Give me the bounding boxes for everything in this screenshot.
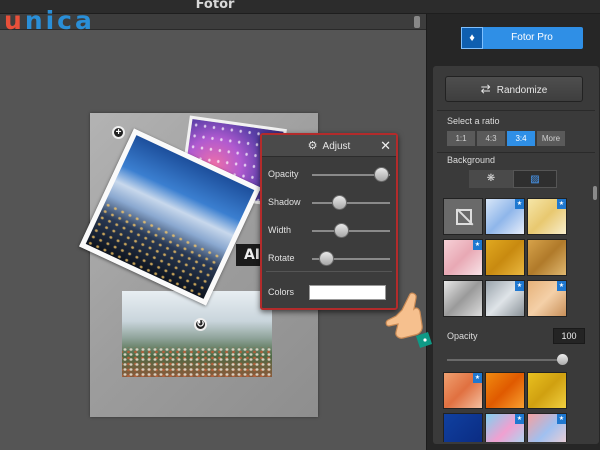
ratio-1-1[interactable]: 1:1 [447,131,475,146]
rotate-handle-icon[interactable]: ↻ [194,318,207,331]
width-slider-row: Width [268,223,390,239]
colors-row: Colors [268,285,390,301]
shadow-knob[interactable] [332,195,347,210]
shadow-slider-row: Shadow [268,195,390,211]
width-track[interactable] [312,230,390,232]
adjust-dialog: ⚙ Adjust ✕ Opacity Shadow Width Rotate Co… [260,133,398,310]
bg-opacity-knob[interactable] [557,354,568,365]
premium-star-icon: ★ [515,414,524,424]
bg-opacity-value[interactable]: 100 [553,328,585,344]
bg-silver[interactable] [443,280,483,317]
background-grid: ★ ★ ★ ★ ★ [443,198,593,324]
fotor-pro-button[interactable]: ♦ Fotor Pro [461,27,583,49]
bg-rose-blue[interactable]: ★ [527,413,567,442]
right-panel: ♦ Fotor Pro ⇄ Randomize Select a ratio 1:… [426,14,600,450]
bg-copper[interactable]: ★ [527,280,567,317]
unica-watermark-logo: unica [4,6,95,35]
bg-blue-marble[interactable]: ★ [485,198,525,235]
rotate-label: Rotate [268,253,295,263]
adjust-header: ⚙ Adjust ✕ [262,135,396,157]
bg-navy[interactable] [443,413,483,442]
ratio-title: Select a ratio [447,116,500,126]
rotate-slider-row: Rotate [268,251,390,267]
bg-gold-marble[interactable]: ★ [527,198,567,235]
hand-pointer-icon [385,292,432,348]
bg-orange[interactable] [485,372,525,409]
randomize-button[interactable]: ⇄ Randomize [445,76,583,102]
opacity-knob[interactable] [374,167,389,182]
tab-pattern[interactable]: ❋ [469,170,513,188]
stripes-icon: ▨ [530,174,540,185]
adjust-title: Adjust [322,141,351,152]
adjust-divider [266,271,392,272]
background-grid-more: ★ ★ ★ [443,372,593,442]
premium-star-icon: ★ [515,199,524,209]
bg-pastel[interactable]: ★ [485,413,525,442]
premium-star-icon: ★ [515,281,524,291]
width-label: Width [268,225,292,235]
bg-pink-marble[interactable]: ★ [443,239,483,276]
photo-town-landscape[interactable] [122,291,272,377]
premium-star-icon: ★ [557,281,566,291]
bg-peach[interactable]: ★ [443,372,483,409]
colors-label: Colors [268,287,295,297]
color-swatch[interactable] [309,285,386,300]
premium-star-icon: ★ [473,240,482,250]
premium-star-icon: ★ [557,199,566,209]
bg-gold[interactable] [485,239,525,276]
bg-bronze[interactable] [527,239,567,276]
ratio-more[interactable]: More [537,131,565,146]
settings-panel: ⇄ Randomize Select a ratio 1:1 4:3 3:4 Mo… [433,66,599,444]
ratio-selector: 1:1 4:3 3:4 More [447,131,565,146]
bg-opacity-slider[interactable] [447,354,569,366]
shadow-track[interactable] [312,202,390,204]
bg-opacity-track[interactable] [447,359,563,361]
shadow-label: Shadow [268,197,301,207]
premium-star-icon: ★ [473,373,482,383]
tab-texture[interactable]: ▨ [513,170,557,188]
opacity-slider-row: Opacity [268,167,390,183]
background-title: Background [447,155,496,165]
bg-opacity-row: Opacity 100 [447,328,585,346]
divider [437,152,595,153]
rotate-knob[interactable] [319,251,334,266]
bg-none[interactable] [443,198,483,235]
premium-star-icon: ★ [557,414,566,424]
ratio-4-3[interactable]: 4:3 [477,131,505,146]
fotor-window: Fotor unica AI + ↻ ⚙ Adjust ✕ Opacity Sha… [0,0,600,450]
add-handle-icon[interactable]: + [112,126,125,139]
scrollbar-thumb[interactable] [414,16,420,28]
background-tabs: ❋ ▨ [469,170,557,188]
pattern-icon: ❋ [486,173,496,184]
opacity-label: Opacity [268,169,299,179]
shuffle-icon: ⇄ [480,82,491,96]
bg-opacity-label: Opacity [447,331,478,341]
gear-icon: ⚙ [307,140,318,152]
bg-steel[interactable]: ★ [485,280,525,317]
divider [437,110,595,111]
bg-yellow[interactable] [527,372,567,409]
ratio-3-4[interactable]: 3:4 [507,131,535,146]
no-image-icon [456,209,472,225]
diamond-icon: ♦ [461,27,483,49]
panel-scrollbar[interactable] [593,186,597,200]
close-icon[interactable]: ✕ [380,135,391,157]
width-knob[interactable] [334,223,349,238]
